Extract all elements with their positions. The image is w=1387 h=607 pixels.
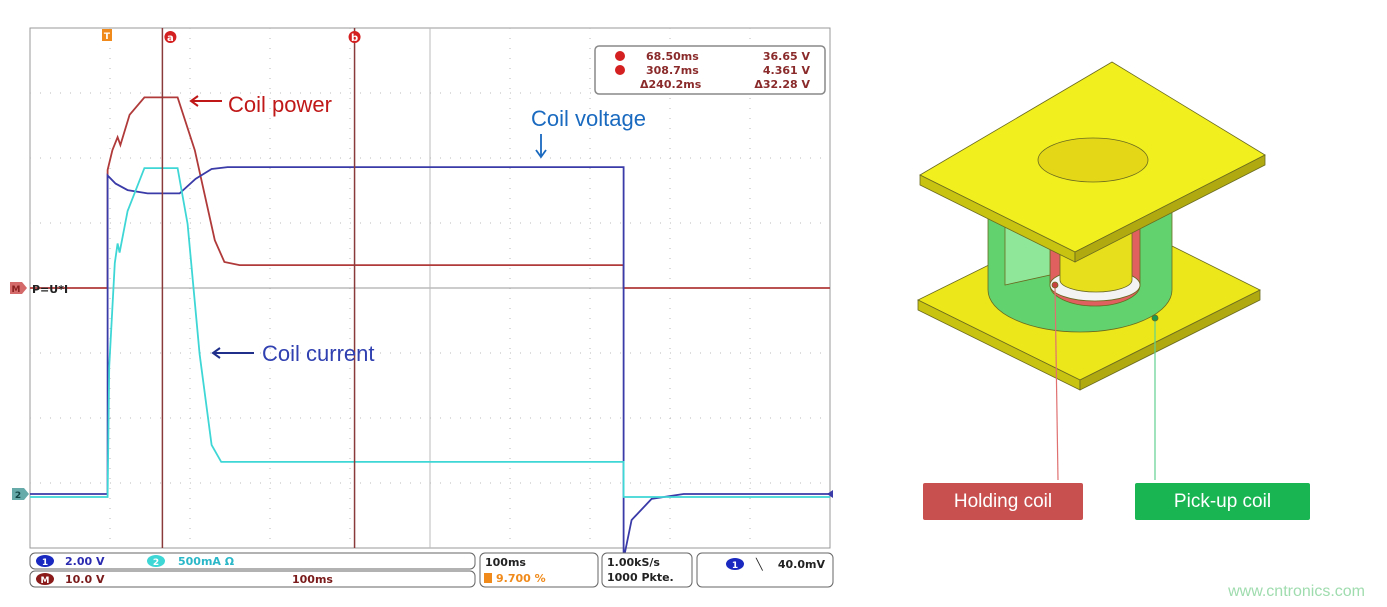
watermark: www.cntronics.com bbox=[1228, 583, 1365, 600]
math-badge-label: M bbox=[41, 576, 50, 586]
ch2-badge-label: 2 bbox=[153, 558, 159, 568]
math-channel-marker-label: M bbox=[12, 285, 21, 295]
record-length[interactable]: 1000 Pkte. bbox=[607, 571, 674, 584]
readout-a-icon bbox=[615, 51, 625, 61]
cursor-delta-time: Δ240.2ms bbox=[640, 78, 702, 91]
trigger-level[interactable]: 40.0mV bbox=[778, 558, 826, 571]
trigger-pos-icon bbox=[484, 573, 492, 583]
math-timebase[interactable]: 100ms bbox=[292, 573, 333, 586]
cursor-b-label: b bbox=[351, 33, 358, 44]
holding-coil-label: Holding coil bbox=[923, 483, 1083, 520]
coil-illustration bbox=[917, 61, 1266, 481]
status-bar: 1 2.00 V 2 500mA Ω M 10.0 V 100ms 100ms … bbox=[29, 552, 834, 588]
math-scale[interactable]: 10.0 V bbox=[65, 573, 105, 586]
pickup-coil-label: Pick-up coil bbox=[1135, 483, 1310, 520]
trigger-source-label: 1 bbox=[732, 561, 738, 571]
coil-voltage-annotation: Coil voltage bbox=[531, 106, 646, 131]
ch1-scale[interactable]: 2.00 V bbox=[65, 555, 105, 568]
cursor-a-time: 68.50ms bbox=[646, 50, 699, 63]
ch2-scale[interactable]: 500mA Ω bbox=[178, 555, 235, 568]
cursor-b-time: 308.7ms bbox=[646, 64, 699, 77]
sample-rate[interactable]: 1.00kS/s bbox=[607, 556, 660, 569]
math-function-label: P=U*I bbox=[32, 283, 68, 296]
cursor-delta-value: Δ32.28 V bbox=[754, 78, 810, 91]
ch2-marker-label: 2 bbox=[15, 491, 21, 501]
timebase[interactable]: 100ms bbox=[485, 556, 526, 569]
trigger-marker-label: T bbox=[104, 32, 111, 42]
readout-b-icon bbox=[615, 65, 625, 75]
coil-power-annotation: Coil power bbox=[228, 92, 332, 117]
cursor-a-label: a bbox=[167, 33, 174, 44]
cursor-b-value: 4.361 V bbox=[763, 64, 811, 77]
coil-current-annotation: Coil current bbox=[262, 341, 375, 366]
trigger-position[interactable]: 9.700 % bbox=[496, 572, 546, 585]
cursor-a-value: 36.65 V bbox=[763, 50, 811, 63]
ch1-badge-label: 1 bbox=[42, 558, 48, 568]
